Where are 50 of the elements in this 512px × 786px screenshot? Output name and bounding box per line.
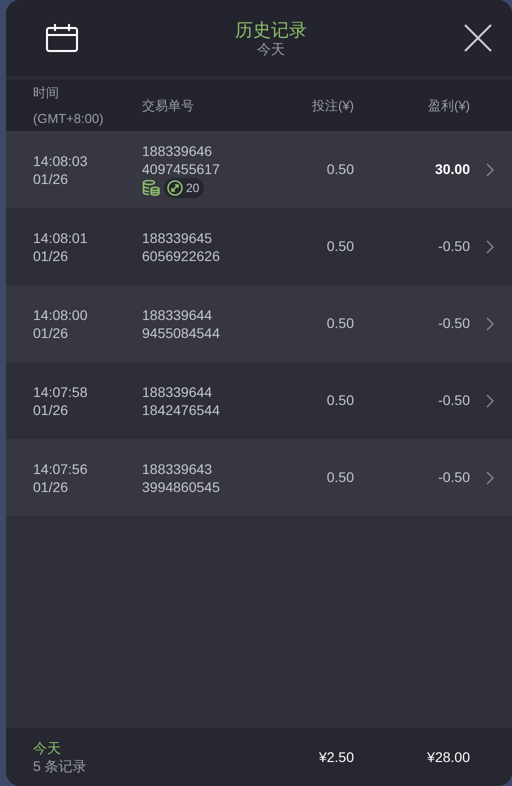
order-number: 1842476544 bbox=[142, 400, 221, 418]
order-number: 188339644 bbox=[142, 306, 214, 324]
order-number: 4097455617 bbox=[142, 160, 221, 178]
column-header: 盈利(¥) bbox=[427, 96, 470, 114]
trade-time: 14:07:56 bbox=[33, 460, 88, 478]
profit-total: ¥28.00 bbox=[426, 748, 470, 766]
stake-amount: 0.50 bbox=[326, 468, 354, 487]
trade-time: 14:07:58 bbox=[33, 382, 88, 400]
order-number: 188339646 bbox=[142, 142, 214, 160]
profit-amount: -0.50 bbox=[437, 314, 470, 333]
trade-time: 14:08:01 bbox=[33, 228, 88, 246]
column-header: (GMT+8:00) bbox=[33, 110, 104, 128]
trade-time: 14:08:03 bbox=[33, 152, 88, 170]
order-number: 188339643 bbox=[142, 460, 214, 478]
trade-date: 01/26 bbox=[33, 170, 70, 188]
column-header: 交易单号 bbox=[142, 96, 195, 114]
order-number: 188339645 bbox=[142, 228, 214, 246]
column-header: 时间 bbox=[33, 84, 60, 102]
order-number: 3994860545 bbox=[142, 478, 221, 496]
close-icon[interactable] bbox=[464, 24, 492, 52]
order-number: 9455084544 bbox=[142, 324, 221, 342]
order-number: 6056922626 bbox=[142, 246, 221, 264]
calendar-icon[interactable] bbox=[46, 24, 78, 52]
footer-period: 今天 bbox=[33, 739, 62, 757]
chevron-right-icon[interactable] bbox=[486, 163, 494, 178]
stake-total: ¥2.50 bbox=[318, 748, 354, 766]
column-header: 投注(¥) bbox=[311, 96, 354, 114]
profit-amount: -0.50 bbox=[437, 237, 470, 256]
trade-date: 01/26 bbox=[33, 324, 70, 342]
trade-date: 01/26 bbox=[33, 400, 70, 418]
trade-date: 01/26 bbox=[33, 246, 70, 264]
chevron-right-icon[interactable] bbox=[486, 240, 494, 254]
stake-amount: 0.50 bbox=[326, 314, 354, 333]
chevron-right-icon[interactable] bbox=[486, 471, 494, 486]
order-number: 188339644 bbox=[142, 382, 214, 400]
stake-amount: 0.50 bbox=[326, 160, 354, 179]
trade-date: 01/26 bbox=[33, 478, 70, 496]
chevron-right-icon[interactable] bbox=[486, 394, 494, 408]
chevron-right-icon[interactable] bbox=[486, 317, 494, 332]
coins-icon bbox=[142, 180, 160, 196]
panel-title: 历史记录 bbox=[235, 19, 307, 41]
profit-amount: -0.50 bbox=[437, 468, 470, 487]
date-filter: 今天 bbox=[257, 41, 285, 57]
record-count: 5 条记录 bbox=[33, 757, 88, 775]
bonus-badge: 20 bbox=[164, 178, 204, 198]
trade-time: 14:08:00 bbox=[33, 306, 88, 324]
profit-amount: -0.50 bbox=[437, 391, 470, 410]
profit-amount: 30.00 bbox=[434, 160, 470, 179]
stake-amount: 0.50 bbox=[326, 391, 354, 410]
stake-amount: 0.50 bbox=[326, 237, 354, 256]
